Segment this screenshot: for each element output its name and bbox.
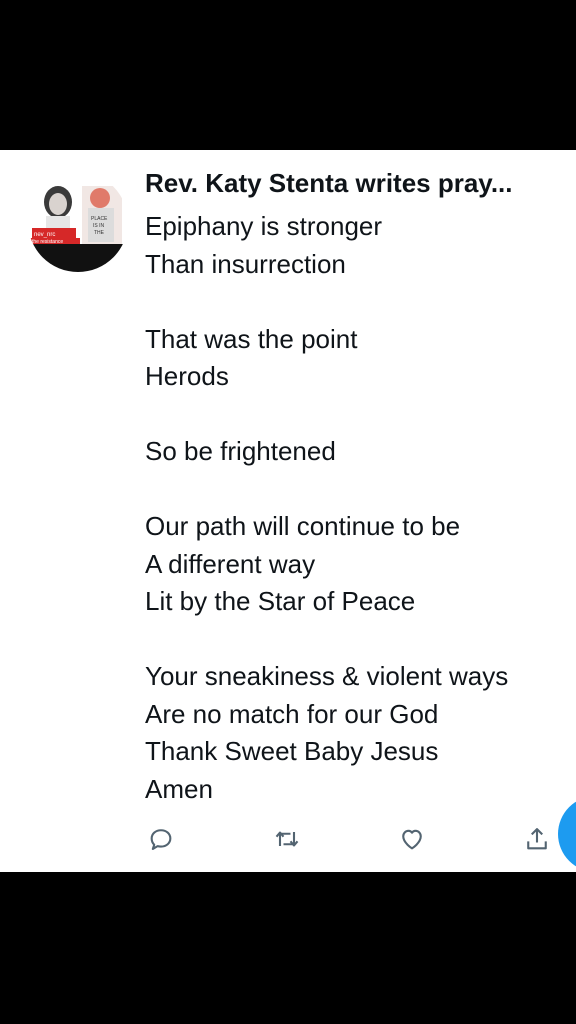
compose-button[interactable] [558,796,576,872]
tweet-line: Your sneakiness & violent ways [145,661,509,691]
avatar-caption: the resistance [32,239,63,245]
like-button[interactable] [395,822,429,856]
svg-text:PLACE: PLACE [91,216,108,222]
svg-text:nev_nrc: nev_nrc [34,232,55,238]
heart-icon [402,829,422,850]
tweet-actions [0,822,576,858]
reply-button[interactable] [144,822,178,856]
tweet-line: Our path will continue to be [145,511,461,541]
tweet-line: Thank Sweet Baby Jesus [145,736,439,766]
tweet-line [145,621,508,659]
share-icon [527,828,547,850]
svg-text:THE: THE [94,230,105,236]
tweet-line [145,471,508,509]
tweet-line: Are no match for our God [145,698,439,729]
tweet-line: Epiphany is stronger [145,211,383,241]
tweet-line: Herods [145,361,229,391]
share-button[interactable] [520,822,554,856]
tweet-line [145,283,508,321]
avatar-image: nev_nrc the resistance PLACE IS IN THE [28,172,128,272]
tweet-card: nev_nrc the resistance PLACE IS IN THE R… [0,150,576,872]
tweet-line: So be frightened [145,436,336,466]
svg-text:IS IN: IS IN [93,223,105,229]
author-name[interactable]: Rev. Katy Stenta writes pray... [145,168,565,199]
tweet-line: Than insurrection [145,248,346,279]
tweet-line: A different way [145,548,316,579]
tweet-line [145,396,508,434]
tweet-line: Lit by the Star of Peace [145,586,416,616]
retweet-button[interactable] [270,822,304,856]
avatar[interactable]: nev_nrc the resistance PLACE IS IN THE [28,172,128,272]
tweet-line: That was the point [145,323,358,354]
reply-icon [150,829,172,850]
tweet-text: Epiphany is stronger Than insurrection T… [145,208,508,808]
retweet-icon [275,831,299,847]
tweet-line: Amen [145,773,213,804]
